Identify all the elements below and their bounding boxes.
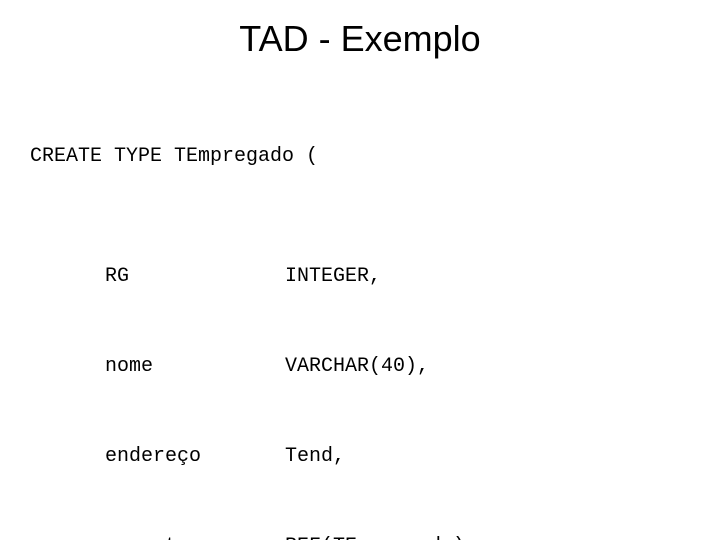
field-row: RGINTEGER, — [30, 262, 690, 292]
field-row: gerenteREF(TEmpregado), — [30, 532, 690, 540]
field-row: endereçoTend, — [30, 442, 690, 472]
field-type: VARCHAR(40), — [285, 355, 429, 378]
field-row: nomeVARCHAR(40), — [30, 352, 690, 382]
field-name: RG — [105, 262, 285, 292]
field-type: INTEGER, — [285, 265, 381, 288]
field-type: Tend, — [285, 445, 345, 468]
field-name: gerente — [105, 532, 285, 540]
field-name: nome — [105, 352, 285, 382]
slide: TAD - Exemplo CREATE TYPE TEmpregado ( R… — [0, 0, 720, 540]
code-line-create: CREATE TYPE TEmpregado ( — [30, 142, 690, 172]
field-type: REF(TEmpregado), — [285, 535, 477, 540]
slide-title: TAD - Exemplo — [30, 18, 690, 60]
field-name: endereço — [105, 442, 285, 472]
code-block: CREATE TYPE TEmpregado ( RGINTEGER, nome… — [30, 82, 690, 540]
